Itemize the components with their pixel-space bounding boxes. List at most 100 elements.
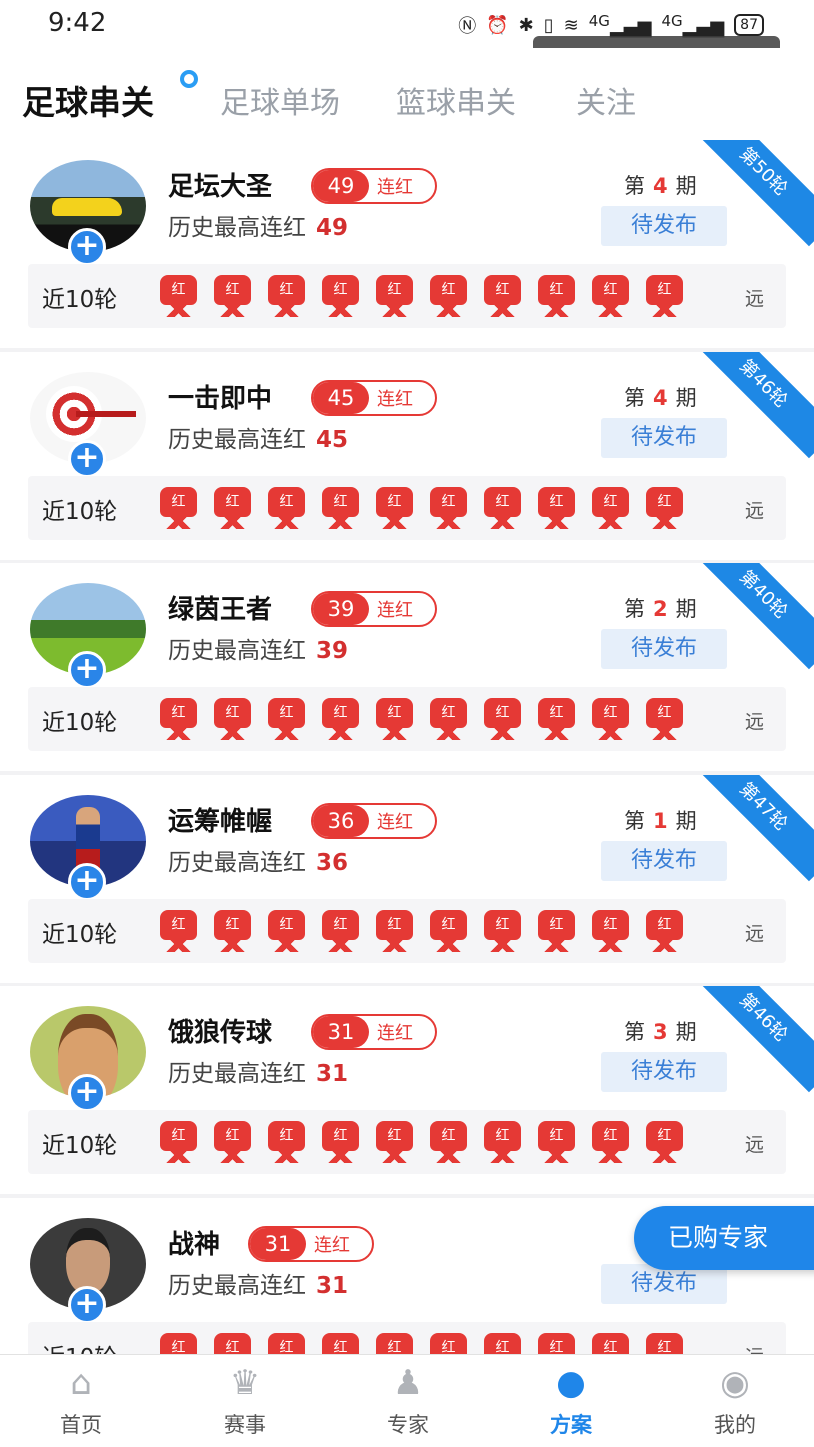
medal-ribbon xyxy=(652,512,677,529)
lightbulb-icon: ◉ xyxy=(720,1363,750,1403)
pending-publish-button[interactable]: 待发布 xyxy=(601,206,727,246)
red-medal-icon: 红 xyxy=(322,909,359,952)
expert-card[interactable]: + 一击即中 45 连红 历史最高连红 45 第 4 期待发布 第46轮 近10轮红红红红红红红红红… xyxy=(0,351,814,560)
medal-ribbon xyxy=(382,301,407,317)
streak-label: 连红 xyxy=(377,811,413,833)
red-medal-icon: 红 xyxy=(430,909,467,952)
nav-plans[interactable]: ● 方案 xyxy=(516,1363,626,1439)
red-medal-icon: 红 xyxy=(646,909,683,952)
medal-ribbon xyxy=(652,1147,677,1163)
recent-medals: 红红红红红红红红红红 xyxy=(160,486,683,529)
red-medal-icon: 红 xyxy=(646,698,683,740)
status-time: 9:42 xyxy=(48,8,107,38)
expert-card[interactable]: + 足坛大圣 49 连红 历史最高连红 49 第 4 期待发布 第50轮 近10轮红红红红红红红红红… xyxy=(0,140,814,348)
period-info: 第4期 xyxy=(624,170,697,200)
red-medal-icon: 红 xyxy=(376,486,413,529)
red-medal-icon: 红 xyxy=(214,275,251,317)
medal-ribbon xyxy=(544,935,569,952)
period-number: 3 xyxy=(653,1020,668,1044)
follow-plus-icon[interactable]: + xyxy=(68,651,106,689)
follow-plus-icon[interactable]: + xyxy=(68,1285,106,1324)
expert-name: 战神 xyxy=(168,1229,221,1260)
nav-label: 专家 xyxy=(387,1413,429,1437)
red-medal-icon: 红 xyxy=(160,486,197,529)
tab-football-parlay[interactable]: 足球串关 xyxy=(22,76,154,124)
nav-matches[interactable]: ♛ 赛事 xyxy=(190,1363,300,1439)
medal-ribbon xyxy=(490,935,515,952)
streak-label: 连红 xyxy=(377,1023,413,1044)
medal-ribbon xyxy=(490,1147,515,1163)
tab-follow[interactable]: 关注 xyxy=(576,78,636,122)
follow-plus-icon[interactable]: + xyxy=(68,862,106,901)
expert-card[interactable]: + 运筹帷幄 36 连红 历史最高连红 36 第 1 期待发布 第47轮 近10轮红红红红红红红红红… xyxy=(0,774,814,983)
medal-ribbon xyxy=(220,724,245,740)
streak-badge: 49 连红 xyxy=(311,168,437,204)
red-medal-icon: 红 xyxy=(592,486,629,529)
expert-name: 一击即中 xyxy=(168,383,273,414)
red-medal-icon: 红 xyxy=(268,486,305,529)
streak-count: 31 xyxy=(250,1227,306,1260)
bottom-nav: ⌂ 首页 ♛ 赛事 ♟ 专家 ● 方案 ◉ 我的 xyxy=(0,1354,814,1447)
medal-ribbon xyxy=(328,724,353,740)
trophy-icon: ♛ xyxy=(229,1363,261,1403)
history-value: 39 xyxy=(316,638,349,664)
red-medal-icon: 红 xyxy=(538,275,575,317)
signal-4g-icon: 4G▂▄▆ xyxy=(661,12,725,38)
purchased-experts-button[interactable]: 已购专家 xyxy=(634,1206,814,1270)
nav-label: 首页 xyxy=(60,1413,102,1437)
red-medal-icon: 红 xyxy=(484,698,521,740)
period-number: 1 xyxy=(653,808,668,833)
red-medal-icon: 红 xyxy=(160,698,197,740)
recent-label: 近10轮 xyxy=(42,287,118,313)
follow-plus-icon[interactable]: + xyxy=(68,228,106,266)
red-medal-icon: 红 xyxy=(322,486,359,529)
red-medal-icon: 红 xyxy=(430,275,467,317)
pending-publish-button[interactable]: 待发布 xyxy=(601,840,727,881)
red-medal-icon: 红 xyxy=(214,1121,251,1163)
pending-publish-button[interactable]: 待发布 xyxy=(601,417,727,458)
medal-ribbon xyxy=(166,512,191,529)
history-label: 历史最高连红 xyxy=(168,215,306,241)
nav-home[interactable]: ⌂ 首页 xyxy=(26,1363,136,1439)
medal-ribbon xyxy=(274,301,299,317)
nav-label: 我的 xyxy=(714,1413,756,1437)
history-label: 历史最高连红 xyxy=(168,849,306,876)
recent-results-row: 近10轮红红红红红红红红红红远 xyxy=(28,264,786,328)
pending-publish-button[interactable]: 待发布 xyxy=(601,629,727,669)
status-icons: Ⓝ ⏰ ✱ ▯ ≋ 4G▂▄▆ 4G▂▄▆ 87 xyxy=(458,12,764,38)
tab-basketball-parlay[interactable]: 篮球串关 xyxy=(396,78,516,122)
red-medal-icon: 红 xyxy=(322,1121,359,1163)
streak-count: 39 xyxy=(313,593,369,625)
follow-plus-icon[interactable]: + xyxy=(68,439,106,478)
expert-card[interactable]: + 绿茵王者 39 连红 历史最高连红 39 第 2 期待发布 第40轮 近10轮红红红红红红红红红… xyxy=(0,563,814,771)
red-medal-icon: 红 xyxy=(376,1121,413,1163)
red-medal-icon: 红 xyxy=(376,909,413,952)
tab-indicator-dot xyxy=(180,70,198,88)
expert-name: 运筹帷幄 xyxy=(168,806,273,837)
period-info: 第2期 xyxy=(624,593,697,623)
alarm-icon: ⏰ xyxy=(486,14,509,36)
far-label: 远 xyxy=(744,922,764,945)
nav-mine[interactable]: ◉ 我的 xyxy=(680,1363,790,1439)
bluetooth-icon: ✱ xyxy=(518,14,534,36)
medal-ribbon xyxy=(652,935,677,952)
red-medal-icon: 红 xyxy=(484,486,521,529)
red-medal-icon: 红 xyxy=(322,275,359,317)
far-label: 远 xyxy=(744,499,764,522)
far-label: 远 xyxy=(744,288,764,310)
medal-ribbon xyxy=(382,935,407,952)
medal-ribbon xyxy=(544,1147,569,1163)
streak-count: 45 xyxy=(313,381,369,414)
tab-football-single[interactable]: 足球单场 xyxy=(220,78,340,122)
pending-publish-button[interactable]: 待发布 xyxy=(601,1052,727,1092)
nfc-icon: Ⓝ xyxy=(458,16,477,37)
period-suffix: 期 xyxy=(675,808,697,833)
follow-plus-icon[interactable]: + xyxy=(68,1074,106,1112)
medal-ribbon xyxy=(544,724,569,740)
top-tabs: 足球串关 足球单场 篮球串关 关注 xyxy=(0,48,814,140)
nav-experts[interactable]: ♟ 专家 xyxy=(353,1363,463,1439)
period-suffix: 期 xyxy=(675,597,697,621)
medal-ribbon xyxy=(436,1147,461,1163)
red-medal-icon: 红 xyxy=(484,1121,521,1163)
expert-card[interactable]: + 饿狼传球 31 连红 历史最高连红 31 第 3 期待发布 第46轮 近10轮红红红红红红红红红… xyxy=(0,986,814,1194)
